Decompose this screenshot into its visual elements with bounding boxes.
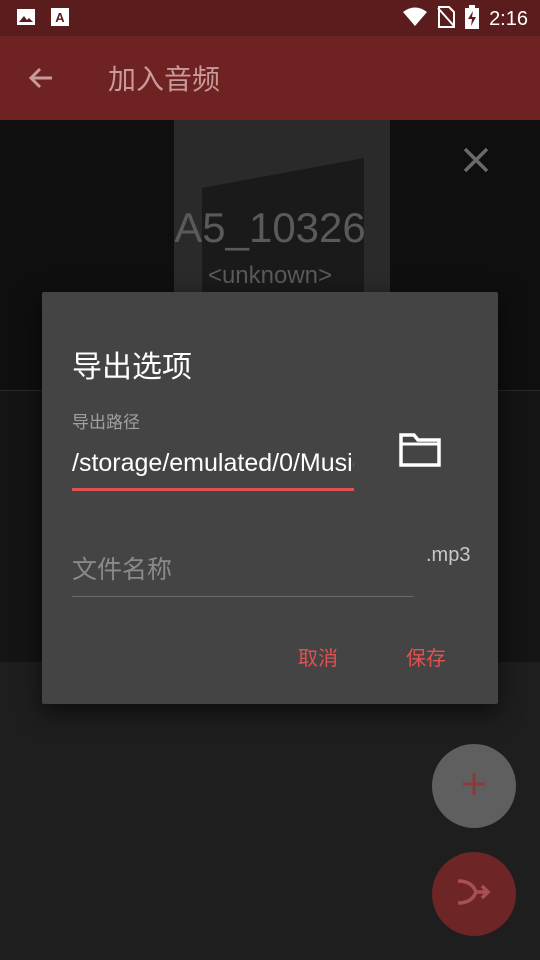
file-extension: .mp3 xyxy=(426,544,471,566)
plus-icon xyxy=(461,771,487,801)
no-sim-icon xyxy=(437,6,456,32)
svg-text:A: A xyxy=(55,10,65,25)
status-bar: A 2:16 xyxy=(0,0,540,36)
export-path-label: 导出路径 xyxy=(72,413,140,433)
battery-charging-icon xyxy=(465,5,480,33)
filename-input[interactable] xyxy=(72,542,414,597)
status-time: 2:16 xyxy=(489,7,528,30)
export-path-input[interactable] xyxy=(72,438,354,491)
merge-icon xyxy=(454,877,494,911)
cancel-button[interactable]: 取消 xyxy=(298,642,338,671)
save-button[interactable]: 保存 xyxy=(406,642,446,671)
merge-button[interactable] xyxy=(432,852,516,936)
add-audio-button[interactable] xyxy=(432,744,516,828)
track-artist: <unknown> xyxy=(207,262,333,289)
app-toolbar: 加入音频 xyxy=(0,36,540,120)
arrow-left-icon[interactable] xyxy=(26,63,56,97)
image-icon xyxy=(16,7,36,31)
page-title: 加入音频 xyxy=(108,63,221,96)
track-name: A5_10326 xyxy=(174,204,366,251)
dialog-title: 导出选项 xyxy=(72,350,192,385)
wifi-icon xyxy=(403,7,428,31)
folder-icon[interactable] xyxy=(398,430,442,472)
close-icon[interactable] xyxy=(462,146,490,178)
export-options-dialog: 导出选项 导出路径 .mp3 取消 保存 xyxy=(42,292,498,704)
font-icon: A xyxy=(50,7,70,31)
